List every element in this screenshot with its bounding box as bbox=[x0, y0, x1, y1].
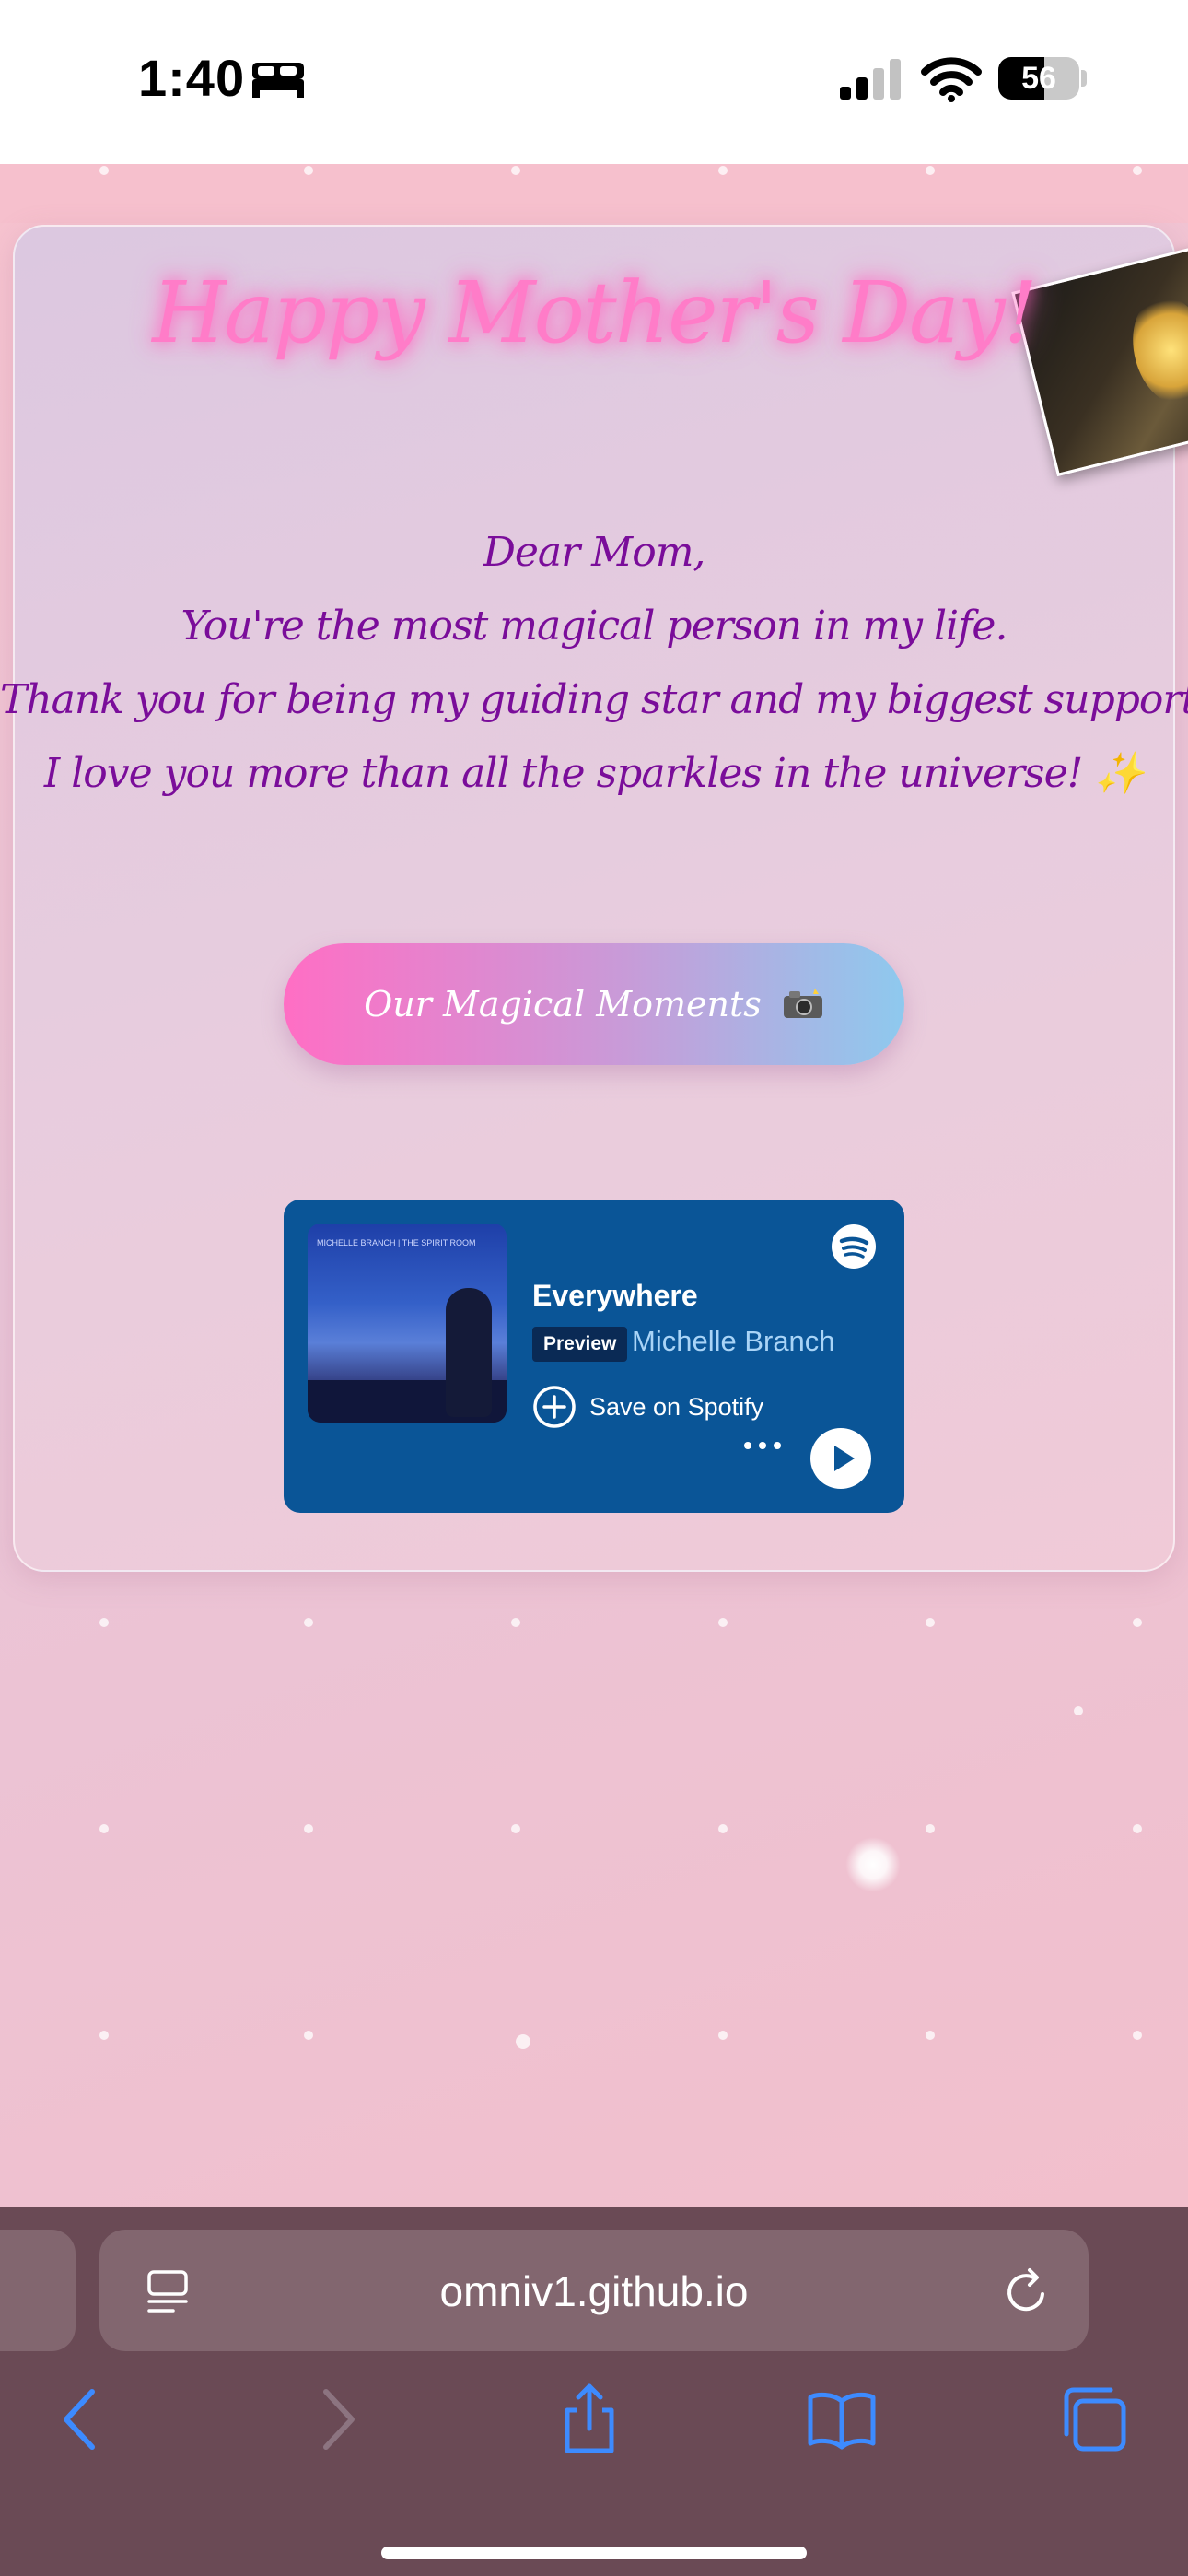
letter-line: Thank you for being my guiding star and … bbox=[0, 676, 1188, 723]
bookmarks-icon[interactable] bbox=[805, 2383, 879, 2456]
tabs-icon[interactable] bbox=[1059, 2383, 1133, 2456]
url-text[interactable]: omniv1.github.io bbox=[99, 2266, 1089, 2316]
bed-icon bbox=[252, 63, 304, 98]
letter-line: I love you more than all the sparkles in… bbox=[43, 750, 1145, 797]
preview-badge: Preview bbox=[532, 1327, 628, 1362]
cellular-signal-icon bbox=[840, 59, 901, 100]
artist-name[interactable]: Michelle Branch bbox=[632, 1325, 835, 1358]
forward-icon[interactable] bbox=[300, 2383, 374, 2456]
reload-icon[interactable] bbox=[1002, 2266, 1052, 2316]
plus-circle-icon bbox=[533, 1386, 576, 1428]
status-bar: 1:40 56 bbox=[0, 0, 1188, 164]
letter-line: Dear Mom, bbox=[483, 529, 706, 576]
battery-level: 56 bbox=[1021, 61, 1056, 96]
browser-toolbar: omniv1.github.io bbox=[0, 2207, 1188, 2576]
play-button[interactable] bbox=[810, 1428, 871, 1489]
back-icon[interactable] bbox=[44, 2383, 118, 2456]
browser-nav-row bbox=[0, 2383, 1188, 2456]
play-icon bbox=[834, 1446, 855, 1471]
save-label: Save on Spotify bbox=[589, 1392, 764, 1421]
moments-button-label: Our Magical Moments bbox=[364, 984, 762, 1025]
more-options-icon[interactable] bbox=[742, 1439, 783, 1452]
spotify-logo-icon[interactable] bbox=[831, 1224, 877, 1270]
wifi-icon bbox=[921, 57, 982, 102]
glow-orb bbox=[845, 1837, 901, 1892]
web-page[interactable]: Happy Mother's Day! Dear Mom, You're the… bbox=[0, 164, 1188, 2207]
camera-flash-icon bbox=[783, 989, 822, 1018]
magical-moments-button[interactable]: Our Magical Moments bbox=[284, 943, 904, 1065]
share-icon[interactable] bbox=[553, 2383, 626, 2456]
address-bar[interactable]: omniv1.github.io bbox=[99, 2230, 1089, 2351]
spotify-embed[interactable]: MICHELLE BRANCH | THE SPIRIT ROOM Everyw… bbox=[284, 1200, 904, 1513]
album-caption: MICHELLE BRANCH | THE SPIRIT ROOM bbox=[317, 1238, 476, 1247]
battery-icon: 56 bbox=[998, 57, 1079, 100]
home-indicator[interactable] bbox=[381, 2547, 807, 2559]
status-time: 1:40 bbox=[138, 49, 246, 107]
save-on-spotify-button[interactable]: Save on Spotify bbox=[532, 1384, 763, 1430]
letter-message: Dear Mom, You're the most magical person… bbox=[0, 516, 1188, 811]
track-title[interactable]: Everywhere bbox=[532, 1279, 698, 1313]
previous-tab-pill[interactable] bbox=[0, 2230, 76, 2351]
album-art[interactable]: MICHELLE BRANCH | THE SPIRIT ROOM bbox=[308, 1224, 507, 1423]
page-title: Happy Mother's Day! bbox=[152, 263, 1038, 362]
letter-line: You're the most magical person in my lif… bbox=[181, 603, 1008, 650]
